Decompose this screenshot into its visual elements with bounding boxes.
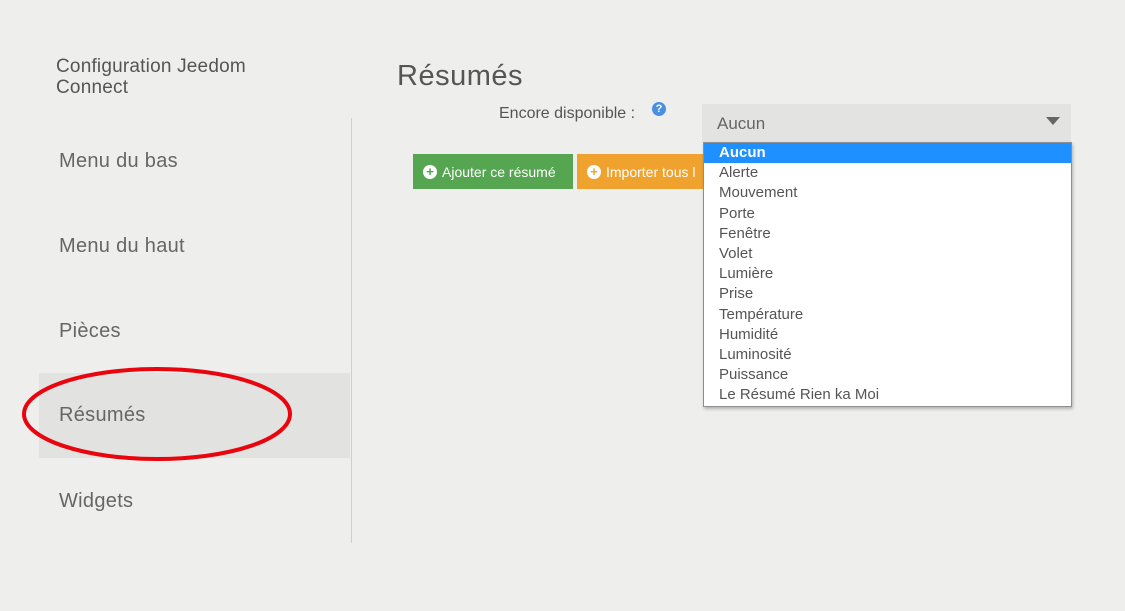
sidebar-item-pieces[interactable]: Pièces bbox=[39, 289, 350, 374]
highlight-ellipse-annotation bbox=[22, 367, 292, 461]
dropdown-option[interactable]: Le Résumé Rien ka Moi bbox=[704, 385, 1071, 405]
import-all-button[interactable]: + Importer tous l bbox=[577, 154, 703, 189]
sidebar-item-widgets[interactable]: Widgets bbox=[39, 459, 350, 544]
sidebar-item-menu-haut[interactable]: Menu du haut bbox=[39, 204, 350, 289]
app-title: Configuration Jeedom Connect bbox=[56, 56, 246, 98]
sidebar-item-label: Widgets bbox=[59, 490, 134, 512]
dropdown-option[interactable]: Prise bbox=[704, 284, 1071, 304]
dropdown-option[interactable]: Lumière bbox=[704, 264, 1071, 284]
dropdown-option[interactable]: Alerte bbox=[704, 163, 1071, 183]
sidebar-item-label: Menu du bas bbox=[59, 150, 178, 172]
dropdown-option[interactable]: Puissance bbox=[704, 365, 1071, 385]
import-all-label: Importer tous l bbox=[606, 163, 696, 180]
dropdown-option[interactable]: Température bbox=[704, 305, 1071, 325]
sidebar-item-menu-bas[interactable]: Menu du bas bbox=[39, 119, 350, 204]
sidebar-divider bbox=[351, 118, 352, 543]
add-resume-button[interactable]: + Ajouter ce résumé bbox=[413, 154, 573, 189]
dropdown-option[interactable]: Porte bbox=[704, 204, 1071, 224]
resume-select[interactable]: Aucun bbox=[702, 104, 1071, 142]
dropdown-option[interactable]: Humidité bbox=[704, 325, 1071, 345]
dropdown-option[interactable]: Volet bbox=[704, 244, 1071, 264]
sidebar-item-label: Menu du haut bbox=[59, 235, 185, 257]
dropdown-option[interactable]: Aucun bbox=[704, 143, 1071, 164]
select-value: Aucun bbox=[717, 114, 766, 133]
available-label: Encore disponible : bbox=[499, 105, 636, 122]
chevron-down-icon bbox=[1046, 117, 1060, 125]
dropdown-option[interactable]: Luminosité bbox=[704, 345, 1071, 365]
page: Configuration Jeedom Connect Menu du bas… bbox=[0, 0, 1125, 611]
plus-circle-icon: + bbox=[423, 164, 437, 179]
select-dropdown-list: Aucun Alerte Mouvement Porte Fenêtre Vol… bbox=[703, 142, 1072, 407]
sidebar-item-label: Pièces bbox=[59, 320, 121, 342]
page-title: Résumés bbox=[397, 60, 523, 92]
help-icon[interactable]: ? bbox=[652, 102, 666, 116]
add-resume-label: Ajouter ce résumé bbox=[442, 163, 556, 180]
dropdown-option[interactable]: Fenêtre bbox=[704, 224, 1071, 244]
dropdown-option[interactable]: Mouvement bbox=[704, 183, 1071, 203]
plus-circle-icon: + bbox=[587, 164, 601, 179]
